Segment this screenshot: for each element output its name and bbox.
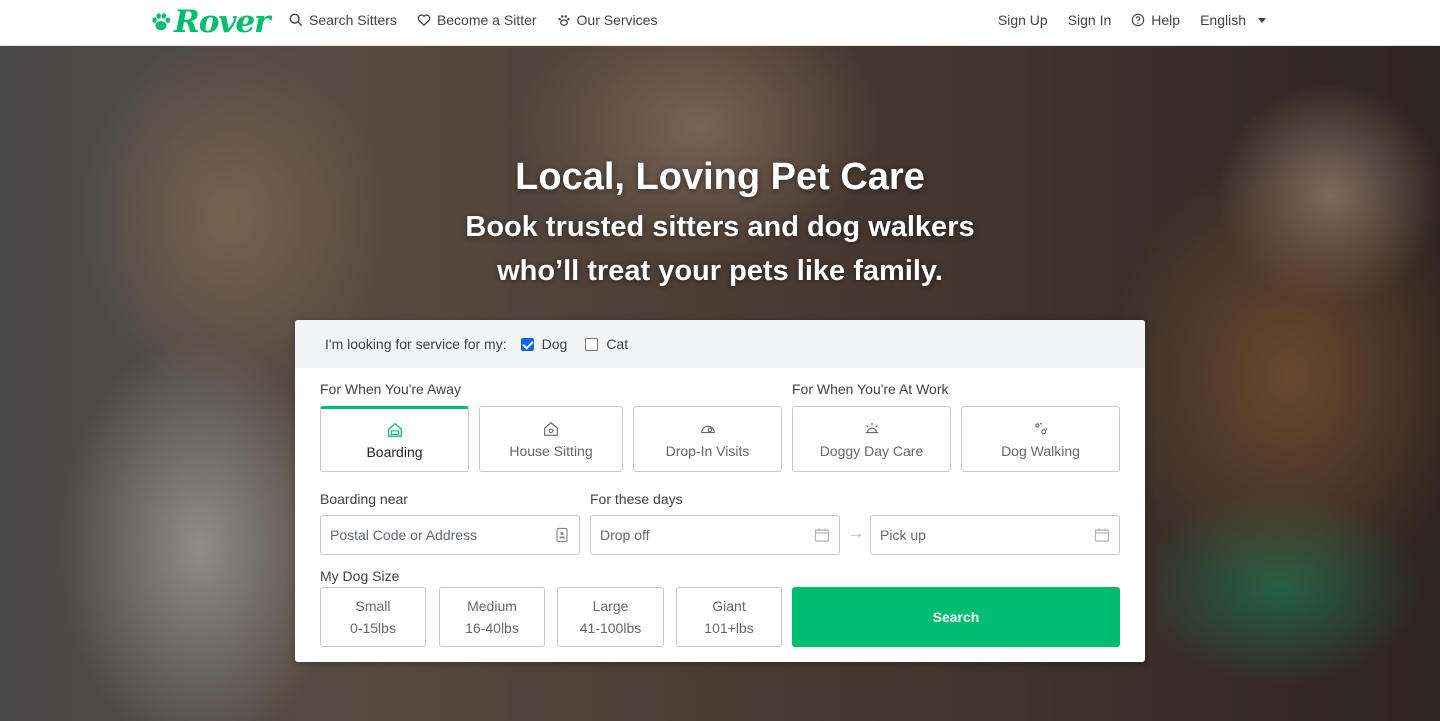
- location-input[interactable]: Postal Code or Address: [320, 515, 580, 555]
- help-icon: [1132, 13, 1145, 27]
- logo-text: Rover: [174, 4, 271, 40]
- service-boarding[interactable]: Boarding: [320, 406, 469, 472]
- work-section-label: For When You're At Work: [792, 381, 949, 397]
- nav-search-sitters-label: Search Sitters: [309, 12, 397, 28]
- dog-checkbox[interactable]: Dog: [520, 336, 568, 352]
- service-doggy-day-care-label: Doggy Day Care: [819, 442, 924, 459]
- size-small-range: 0-15lbs: [350, 620, 396, 636]
- nav-left: Search Sitters Become a Sitter Our Servi…: [289, 0, 657, 40]
- search-icon: [289, 13, 303, 27]
- paw-logo-icon: [152, 13, 171, 31]
- language-dropdown[interactable]: English: [1200, 12, 1266, 28]
- calendar-icon: [814, 528, 830, 542]
- size-medium-name: Medium: [467, 598, 517, 614]
- house-sitting-icon: [544, 421, 558, 436]
- search-card: I'm looking for service for my: Dog Cat …: [295, 320, 1145, 662]
- dog-size-label: My Dog Size: [320, 568, 400, 584]
- checkbox-unchecked-icon[interactable]: [585, 337, 599, 351]
- location-label: Boarding near: [320, 491, 408, 507]
- nav-our-services-label: Our Services: [576, 12, 658, 28]
- drop-off-placeholder: Drop off: [600, 527, 650, 543]
- language-label: English: [1200, 12, 1246, 28]
- dates-label: For these days: [590, 491, 683, 507]
- help-label: Help: [1151, 12, 1181, 28]
- calendar-icon: [1094, 528, 1110, 542]
- cat-checkbox[interactable]: Cat: [585, 336, 628, 352]
- size-giant-range: 101+lbs: [704, 620, 754, 636]
- drop-off-date-input[interactable]: Drop off: [590, 515, 840, 555]
- size-giant-button[interactable]: Giant 101+lbs: [676, 587, 782, 647]
- size-small-name: Small: [355, 598, 391, 614]
- drop-in-icon: [700, 425, 715, 433]
- sign-in-link[interactable]: Sign In: [1068, 12, 1112, 28]
- pick-up-placeholder: Pick up: [880, 527, 926, 543]
- rover-logo[interactable]: Rover: [150, 3, 271, 41]
- size-small-button[interactable]: Small 0-15lbs: [320, 587, 426, 647]
- away-section-label: For When You're Away: [320, 381, 461, 397]
- nav-right: Sign Up Sign In Help English: [998, 0, 1266, 40]
- search-button[interactable]: Search: [792, 587, 1120, 647]
- pet-type-row: I'm looking for service for my: Dog Cat: [295, 320, 1145, 368]
- checkbox-checked-icon[interactable]: [520, 337, 534, 351]
- service-house-sitting[interactable]: House Sitting: [479, 406, 623, 472]
- nav-search-sitters[interactable]: Search Sitters: [289, 12, 397, 28]
- cat-checkbox-label: Cat: [606, 336, 629, 352]
- size-large-button[interactable]: Large 41-100lbs: [557, 587, 664, 647]
- top-nav: Rover Search Sitters Become a Sitter Our…: [0, 0, 1440, 46]
- heart-icon: [417, 14, 431, 27]
- service-dog-walking-label: Dog Walking: [1001, 442, 1080, 459]
- nav-become-sitter[interactable]: Become a Sitter: [417, 12, 537, 28]
- sun-icon: [865, 422, 878, 433]
- service-boarding-label: Boarding: [366, 443, 423, 460]
- location-placeholder: Postal Code or Address: [330, 527, 478, 543]
- nav-our-services[interactable]: Our Services: [557, 12, 658, 28]
- help-link[interactable]: Help: [1131, 12, 1180, 28]
- hero-subtitle-line2: who’ll treat your pets like family.: [497, 255, 943, 287]
- service-drop-in-label: Drop-In Visits: [665, 442, 750, 459]
- chevron-down-icon: [1258, 17, 1266, 23]
- size-medium-button[interactable]: Medium 16-40lbs: [439, 587, 545, 647]
- size-large-name: Large: [592, 598, 629, 614]
- paw-prints-icon: [1034, 422, 1047, 434]
- service-doggy-day-care[interactable]: Doggy Day Care: [792, 406, 951, 472]
- hero-title: Local, Loving Pet Care: [515, 156, 925, 198]
- size-giant-name: Giant: [712, 598, 746, 614]
- boarding-house-icon: [387, 422, 402, 437]
- pet-question: I'm looking for service for my:: [325, 336, 507, 352]
- pick-up-date-input[interactable]: Pick up: [870, 515, 1120, 555]
- address-book-icon: [556, 527, 568, 543]
- service-dog-walking[interactable]: Dog Walking: [961, 406, 1120, 472]
- nav-become-sitter-label: Become a Sitter: [436, 12, 537, 28]
- sign-up-link[interactable]: Sign Up: [998, 12, 1048, 28]
- service-house-sitting-label: House Sitting: [509, 442, 593, 459]
- paw-icon: [557, 15, 570, 26]
- size-medium-range: 16-40lbs: [465, 620, 519, 636]
- arrow-right-icon: →: [848, 525, 864, 542]
- service-drop-in-visits[interactable]: Drop-In Visits: [633, 406, 782, 472]
- hero-subtitle-line1: Book trusted sitters and dog walkers: [465, 211, 975, 243]
- size-large-range: 41-100lbs: [579, 620, 642, 636]
- dog-checkbox-label: Dog: [541, 336, 568, 352]
